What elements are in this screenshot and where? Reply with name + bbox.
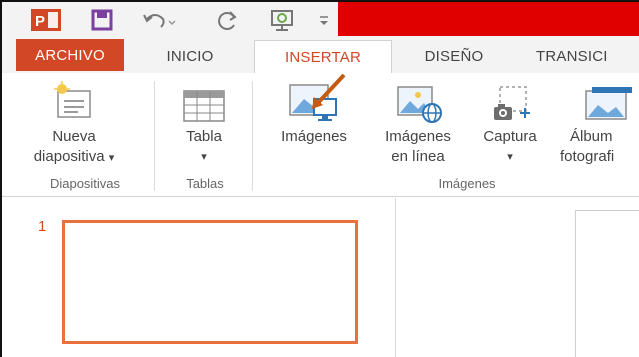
title-bar <box>338 2 639 36</box>
group-separator <box>154 81 155 191</box>
album-label-2: fotografi <box>560 148 615 165</box>
album-label-1: Álbum <box>570 128 613 145</box>
slide-canvas[interactable] <box>575 210 639 357</box>
group-label-tablas: Tablas <box>186 176 224 191</box>
slide-number: 1 <box>38 218 47 235</box>
imagenes-en-linea-button[interactable]: Imágenes en línea <box>368 73 468 167</box>
imagenes-en-linea-label-1: Imágenes <box>385 128 451 145</box>
table-icon <box>164 73 244 123</box>
tab-insertar[interactable]: INSERTAR <box>254 40 392 74</box>
customize-toolbar-icon[interactable] <box>316 8 332 32</box>
tabla-label: Tabla <box>186 128 222 145</box>
tabla-dropdown-icon: ▾ <box>201 151 207 163</box>
undo-icon[interactable] <box>140 8 180 32</box>
slide-canvas-area <box>397 198 639 357</box>
group-label-diapositivas: Diapositivas <box>49 176 121 191</box>
tab-diseno[interactable]: DISEÑO <box>402 40 506 73</box>
tab-transiciones[interactable]: TRANSICI <box>536 40 639 73</box>
new-slide-icon <box>22 73 126 123</box>
nueva-diapositiva-button[interactable]: Nueva diapositiva ▾ <box>22 73 126 168</box>
screenshot-icon <box>470 73 550 125</box>
captura-button[interactable]: Captura ▾ <box>470 73 550 167</box>
editor-area: 1 <box>2 198 639 357</box>
pictures-icon <box>264 73 364 125</box>
captura-dropdown-icon: ▾ <box>507 151 513 163</box>
slide-thumbnail[interactable] <box>62 220 358 344</box>
imagenes-label: Imágenes <box>281 128 347 145</box>
svg-text:P: P <box>35 13 45 30</box>
imagenes-button[interactable]: Imágenes <box>264 73 364 147</box>
captura-label: Captura <box>483 128 537 145</box>
tab-archivo[interactable]: ARCHIVO <box>16 39 124 71</box>
tab-inicio[interactable]: INICIO <box>138 40 242 73</box>
imagenes-en-linea-label-2: en línea <box>391 148 445 165</box>
ribbon-insertar: Nueva diapositiva ▾ Diapositivas Tabla ▾… <box>2 73 639 197</box>
powerpoint-logo-icon: P <box>30 8 62 32</box>
group-label-imagenes: Imágenes <box>438 176 496 191</box>
slide-thumbnails-pane: 1 <box>2 198 396 357</box>
start-from-beginning-icon[interactable] <box>268 8 298 32</box>
save-icon[interactable] <box>88 8 116 32</box>
photo-album-icon <box>558 73 639 125</box>
diapositiva-label: diapositiva ▾ <box>33 148 115 165</box>
tabla-button[interactable]: Tabla ▾ <box>164 73 244 167</box>
ribbon-tabs: ARCHIVO INICIO INSERTAR DISEÑO TRANSICI <box>2 36 639 74</box>
nueva-label: Nueva <box>52 128 96 145</box>
album-fotografias-button[interactable]: Álbum fotografi <box>558 73 639 167</box>
group-separator <box>252 81 253 191</box>
online-pictures-icon <box>368 73 468 125</box>
redo-icon[interactable] <box>214 8 242 32</box>
